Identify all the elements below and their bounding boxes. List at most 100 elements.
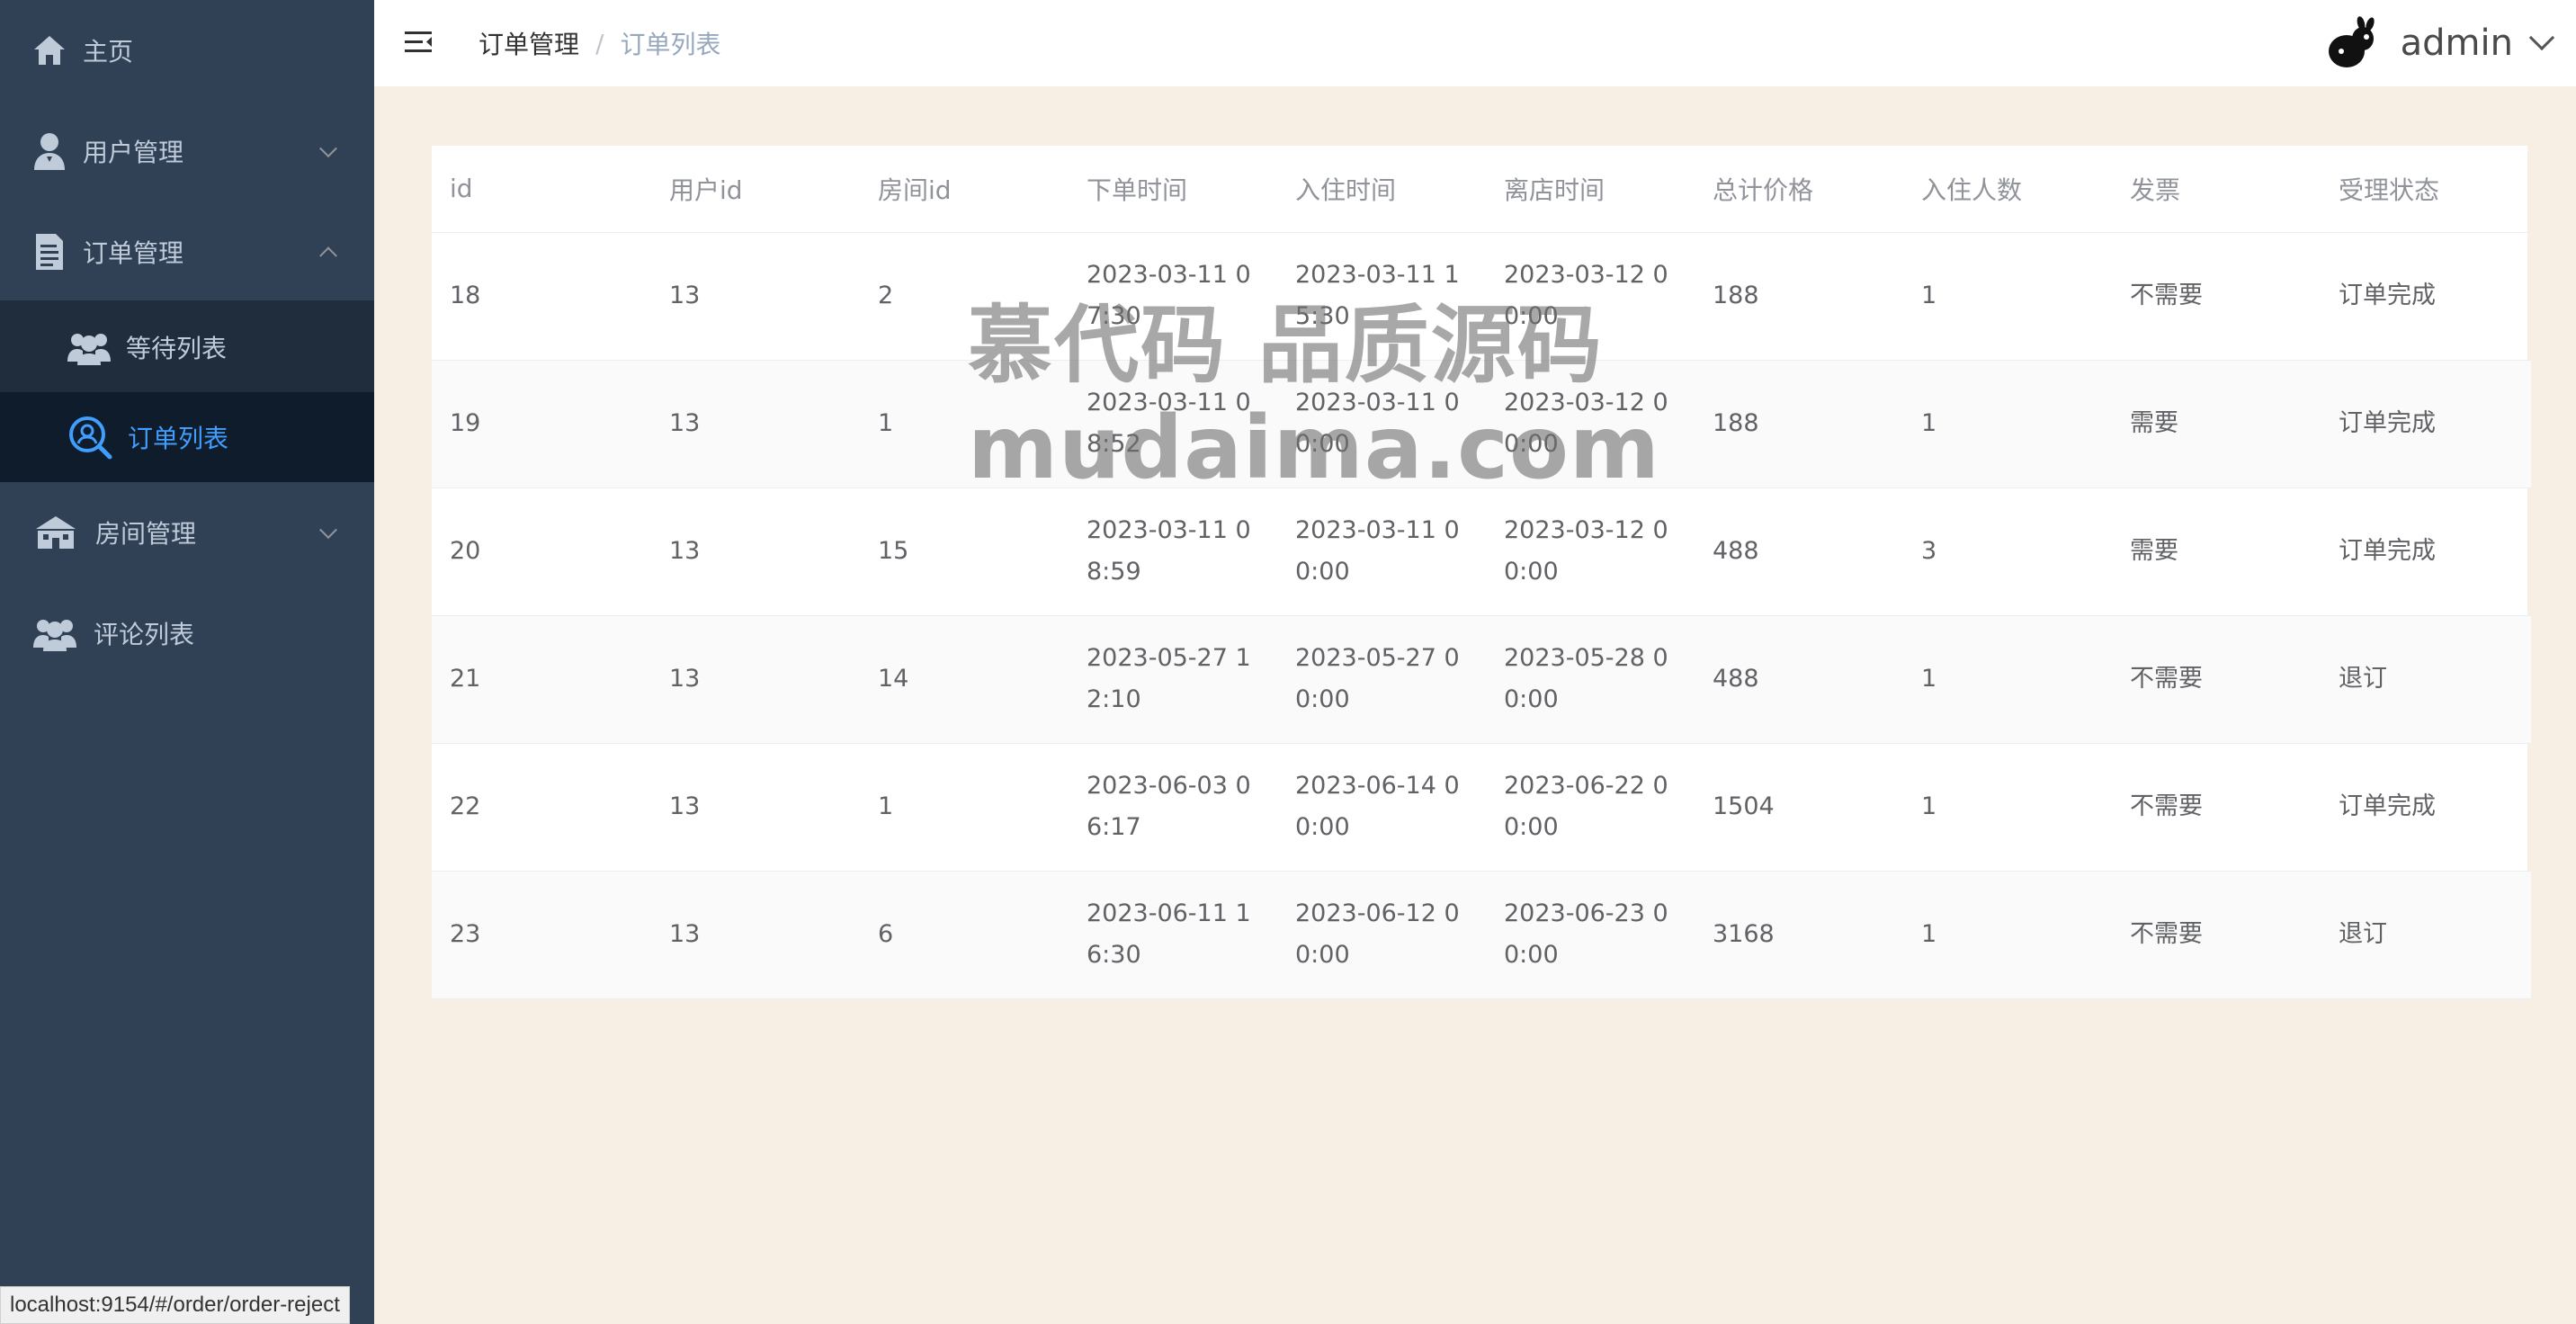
table-row[interactable]: 19 13 1 2023-03-11 08:52 2023-03-11 00:00 202… (432, 360, 2531, 488)
username[interactable]: admin (2401, 22, 2513, 64)
table-cell: 1 (1903, 743, 2112, 872)
chevron-down-icon (319, 521, 337, 540)
table-cell: 退订 (2321, 871, 2531, 999)
table-cell: 2023-06-03 06:17 (1069, 743, 1277, 872)
column-header: 用户id (651, 146, 860, 233)
column-header: id (432, 146, 651, 233)
table-cell: 3 (1903, 488, 2112, 616)
breadcrumb: 订单管理 / 订单列表 (479, 0, 720, 86)
table-cell: 2 (860, 232, 1069, 361)
table-cell: 488 (1695, 488, 1903, 616)
table-cell: 13 (651, 615, 860, 744)
column-header: 总计价格 (1695, 146, 1903, 233)
search-icon (67, 414, 113, 461)
sidebar-subitem-label: 等待列表 (126, 334, 228, 363)
table-cell: 2023-03-11 15:30 (1277, 232, 1486, 361)
column-header: 入住人数 (1903, 146, 2112, 233)
table-cell: 不需要 (2112, 743, 2321, 872)
table-row[interactable]: 18 13 2 2023-03-11 07:30 2023-03-11 15:30 202… (432, 232, 2531, 361)
table-cell: 488 (1695, 615, 1903, 744)
user-menu[interactable]: admin (2325, 0, 2555, 86)
table-cell: 1 (1903, 232, 2112, 361)
column-header: 入住时间 (1277, 146, 1486, 233)
table-cell: 1504 (1695, 743, 1903, 872)
breadcrumb-item-order-list: 订单列表 (620, 30, 721, 59)
sidebar-item-comment-list[interactable]: 评论列表 (0, 583, 374, 684)
sidebar-item-home[interactable]: 主页 (0, 0, 374, 101)
app-root: 主页 用户管理 订单管理 等待列表 订单列表 房间管理 评论列表 订单管理 / … (0, 0, 2576, 1324)
table-cell: 1 (1903, 871, 2112, 999)
chevron-up-icon (319, 246, 337, 265)
table-cell: 2023-03-12 00:00 (1486, 360, 1695, 488)
sidebar-item-order-management[interactable]: 订单管理 (0, 201, 374, 302)
table-row[interactable]: 23 13 6 2023-06-11 16:30 2023-06-12 00:00 202… (432, 871, 2531, 999)
breadcrumb-separator: / (595, 28, 604, 58)
sidebar-subitem-label: 订单列表 (128, 424, 229, 453)
sidebar-item-user-management[interactable]: 用户管理 (0, 101, 374, 201)
table-cell: 不需要 (2112, 871, 2321, 999)
chevron-down-icon (319, 139, 337, 158)
status-bar-url: localhost:9154/#/order/order-reject (0, 1286, 350, 1324)
table-cell: 15 (860, 488, 1069, 616)
table-row[interactable]: 22 13 1 2023-06-03 06:17 2023-06-14 00:00 202… (432, 743, 2531, 872)
hamburger-icon[interactable] (403, 27, 434, 58)
sidebar-subitem-order-list[interactable]: 订单列表 (0, 392, 374, 482)
table-cell: 1 (860, 743, 1069, 872)
table-cell: 13 (651, 743, 860, 872)
table-cell: 2023-03-11 08:52 (1069, 360, 1277, 488)
table-cell: 13 (651, 871, 860, 999)
group-icon (67, 329, 112, 365)
building-icon (32, 514, 79, 550)
table-cell: 不需要 (2112, 232, 2321, 361)
table-row[interactable]: 20 13 15 2023-03-11 08:59 2023-03-11 00:00 20… (432, 488, 2531, 616)
table-cell: 2023-05-27 12:10 (1069, 615, 1277, 744)
avatar[interactable] (2325, 15, 2381, 71)
table-cell: 13 (651, 360, 860, 488)
sidebar-item-label: 评论列表 (94, 620, 195, 649)
table-header-row: id 用户id 房间id 下单时间 入住时间 离店时间 总计价格 入住人数 发票 受理状态 (432, 146, 2531, 233)
column-header: 受理状态 (2321, 146, 2531, 233)
sidebar-item-room-management[interactable]: 房间管理 (0, 482, 374, 583)
column-header: 房间id (860, 146, 1069, 233)
table-cell: 2023-05-27 00:00 (1277, 615, 1486, 744)
sidebar-subitem-waiting-list[interactable]: 等待列表 (0, 302, 374, 392)
table-cell: 188 (1695, 232, 1903, 361)
table-cell: 13 (651, 488, 860, 616)
table-cell: 2023-06-11 16:30 (1069, 871, 1277, 999)
sidebar-item-label: 订单管理 (83, 238, 184, 268)
table-cell: 订单完成 (2321, 743, 2531, 872)
user-icon (32, 131, 67, 171)
table-cell: 2023-03-11 00:00 (1277, 360, 1486, 488)
table-cell: 订单完成 (2321, 232, 2531, 361)
chevron-down-icon[interactable] (2528, 24, 2555, 51)
table-cell: 2023-03-11 00:00 (1277, 488, 1486, 616)
sidebar-item-label: 主页 (83, 37, 134, 67)
table-cell: 18 (432, 232, 651, 361)
table-cell: 订单完成 (2321, 488, 2531, 616)
table-cell: 2023-03-11 07:30 (1069, 232, 1277, 361)
sidebar-item-label: 用户管理 (83, 138, 184, 167)
table-cell: 23 (432, 871, 651, 999)
order-table: id 用户id 房间id 下单时间 入住时间 离店时间 总计价格 入住人数 发票 受理状态 18 1… (432, 146, 2531, 999)
document-icon (32, 232, 67, 272)
column-header: 下单时间 (1069, 146, 1277, 233)
column-header: 离店时间 (1486, 146, 1695, 233)
table-cell: 2023-06-14 00:00 (1277, 743, 1486, 872)
table-cell: 需要 (2112, 360, 2321, 488)
users-icon (32, 615, 77, 651)
sidebar-item-label: 房间管理 (95, 519, 197, 549)
table-cell: 3168 (1695, 871, 1903, 999)
home-icon (32, 33, 67, 67)
column-header: 发票 (2112, 146, 2321, 233)
table-cell: 2023-06-12 00:00 (1277, 871, 1486, 999)
breadcrumb-item-order-management[interactable]: 订单管理 (479, 25, 579, 61)
table-cell: 不需要 (2112, 615, 2321, 744)
table-cell: 退订 (2321, 615, 2531, 744)
table-cell: 20 (432, 488, 651, 616)
table-cell: 2023-06-23 00:00 (1486, 871, 1695, 999)
table-cell: 19 (432, 360, 651, 488)
table-cell: 13 (651, 232, 860, 361)
table-row[interactable]: 21 13 14 2023-05-27 12:10 2023-05-27 00:00 20… (432, 615, 2531, 744)
table-cell: 1 (860, 360, 1069, 488)
sidebar: 主页 用户管理 订单管理 等待列表 订单列表 房间管理 评论列表 (0, 0, 374, 1324)
